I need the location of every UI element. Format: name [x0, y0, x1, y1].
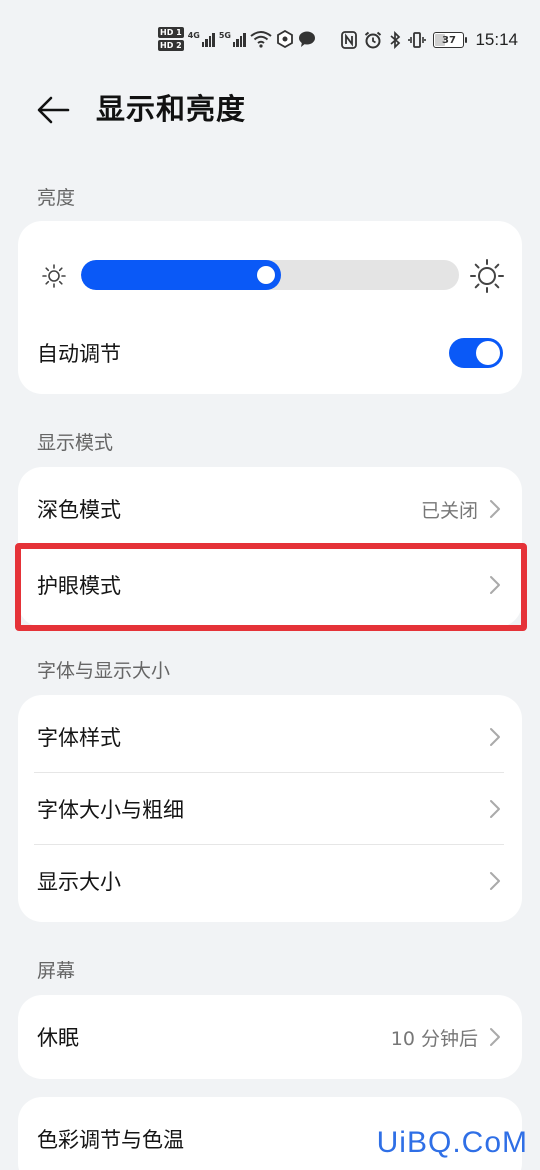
battery-icon: 37: [433, 32, 468, 48]
clock: 15:14: [475, 30, 518, 49]
chevron-right-icon: [490, 728, 500, 746]
sun-large-icon: [470, 259, 504, 293]
dark-mode-row[interactable]: 深色模式 已关闭: [18, 471, 522, 547]
font-style-row[interactable]: 字体样式: [18, 701, 522, 773]
sleep-label: 休眠: [37, 1026, 79, 1050]
watermark: UiBQ.CoM: [376, 1126, 528, 1159]
eye-comfort-label: 护眼模式: [37, 574, 121, 598]
display-size-label: 显示大小: [37, 870, 121, 894]
page-header: 显示和亮度: [0, 82, 540, 136]
brightness-slider-fill: [81, 260, 281, 290]
sleep-row[interactable]: 休眠 10 分钟后: [18, 995, 522, 1079]
signal-1-icon: 4G: [188, 31, 215, 47]
brightness-card: 自动调节: [18, 221, 522, 394]
network-1-label: 4G: [187, 31, 200, 40]
auto-adjust-toggle[interactable]: [449, 338, 503, 368]
font-display-card: 字体样式 字体大小与粗细 显示大小: [18, 695, 522, 922]
chevron-right-icon: [490, 872, 500, 890]
chevron-right-icon: [490, 1028, 500, 1046]
sleep-value: 10 分钟后: [390, 1027, 478, 1050]
sim2-badge: HD 2: [158, 40, 184, 51]
display-size-row[interactable]: 显示大小: [18, 845, 522, 917]
back-arrow-icon[interactable]: [34, 90, 74, 130]
page-title: 显示和亮度: [96, 92, 247, 126]
section-label-font-display: 字体与显示大小: [37, 660, 171, 682]
display-mode-card: 深色模式 已关闭 护眼模式: [18, 467, 522, 627]
sleep-card: 休眠 10 分钟后: [18, 995, 522, 1079]
brightness-slider-handle[interactable]: [257, 266, 275, 284]
network-2-label: 5G: [218, 31, 231, 40]
sun-small-icon: [42, 264, 66, 288]
app-notification-icon: [277, 30, 293, 48]
color-adjust-label: 色彩调节与色温: [37, 1128, 184, 1152]
eye-comfort-row[interactable]: 护眼模式: [18, 547, 522, 623]
auto-adjust-label: 自动调节: [37, 342, 121, 366]
alarm-icon: [365, 31, 382, 49]
signal-2-icon: 5G: [219, 31, 246, 47]
auto-adjust-row[interactable]: 自动调节: [18, 321, 522, 385]
status-bar-left: HD 1 HD 2 4G 5G: [158, 24, 316, 54]
status-bar: HD 1 HD 2 4G 5G 37 15:14: [0, 0, 540, 80]
sim1-badge: HD 1: [158, 27, 184, 38]
section-label-display-mode: 显示模式: [37, 432, 114, 454]
font-size-label: 字体大小与粗细: [37, 798, 184, 822]
nfc-icon: [341, 31, 358, 49]
message-icon: [298, 31, 315, 47]
bluetooth-icon: [390, 31, 401, 49]
status-bar-right: 37 15:14: [341, 28, 518, 52]
section-label-screen: 屏幕: [37, 960, 76, 982]
chevron-right-icon: [490, 576, 500, 594]
chevron-right-icon: [490, 500, 500, 518]
dark-mode-label: 深色模式: [37, 498, 121, 522]
wifi-icon: [250, 31, 272, 48]
chevron-right-icon: [490, 800, 500, 818]
font-size-row[interactable]: 字体大小与粗细: [18, 773, 522, 845]
dark-mode-value: 已关闭: [420, 499, 478, 522]
vibrate-icon: [408, 32, 427, 48]
battery-level: 37: [441, 34, 456, 46]
section-label-brightness: 亮度: [37, 187, 76, 209]
sim-badges: HD 1 HD 2: [158, 27, 184, 51]
font-style-label: 字体样式: [37, 726, 121, 750]
